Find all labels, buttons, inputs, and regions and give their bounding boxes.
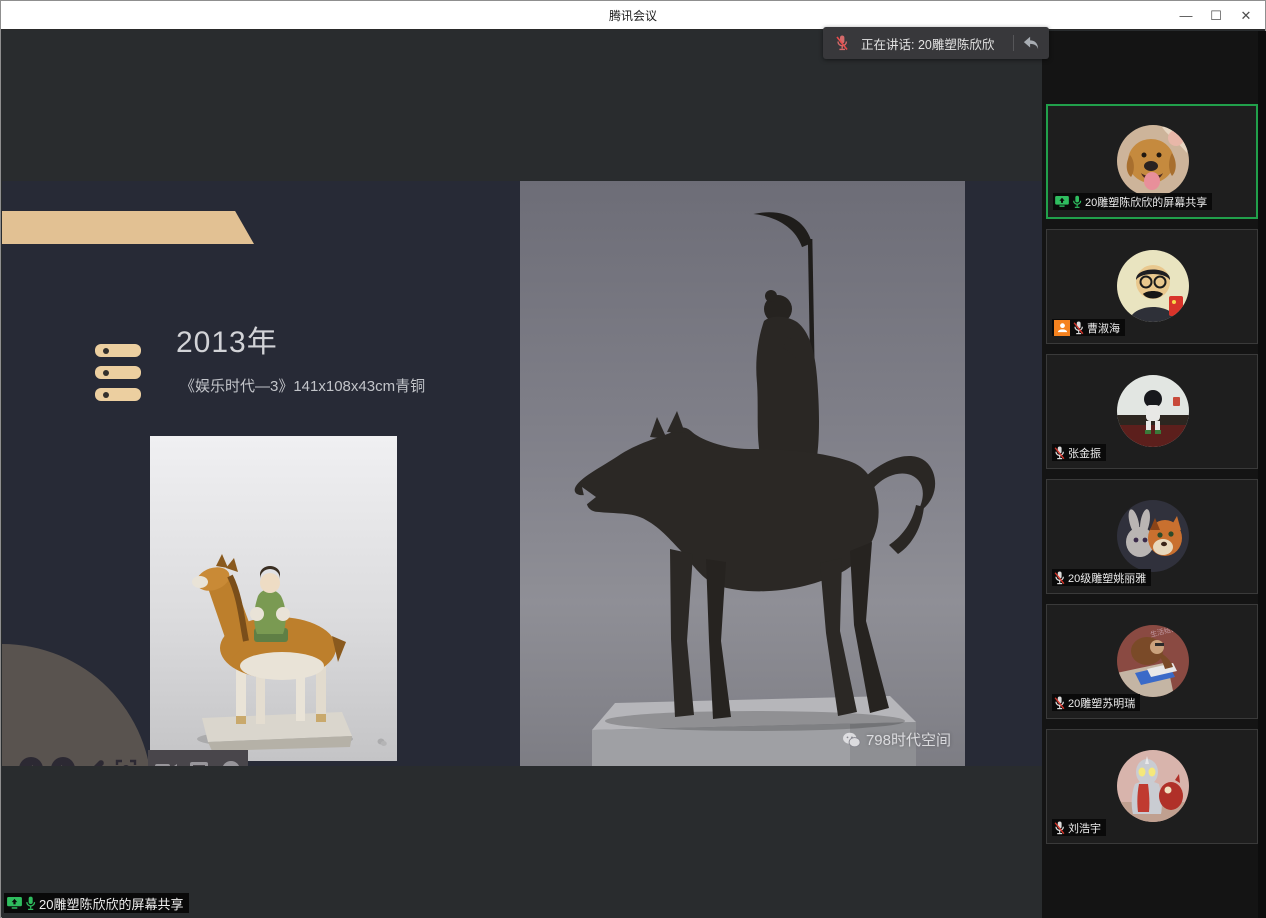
screen-share-banner-label: 20雕塑陈欣欣的屏幕共享 (39, 894, 183, 913)
avatar-man (1117, 250, 1189, 322)
avatar-figurine (1117, 375, 1189, 447)
meeting-window: 腾讯会议 — ☐ ✕ 2013年 《娱乐时代—3》141x108x43cm青铜 (0, 0, 1266, 918)
notification-divider (1013, 35, 1014, 51)
bronze-horse-illustration (520, 181, 965, 766)
avatar-ultraman (1117, 750, 1189, 822)
shared-screen-view: 2013年 《娱乐时代—3》141x108x43cm青铜 (2, 31, 1042, 918)
speaking-notification-text: 正在讲话: 20雕塑陈欣欣 (861, 34, 994, 53)
avatar-person-writing: 生活给的惊喜 (1117, 625, 1189, 697)
participant-name-label: 曹淑海 (1052, 319, 1125, 336)
window-controls: — ☐ ✕ (1171, 1, 1261, 30)
mic-muted-icon (1073, 321, 1084, 335)
list-icon (95, 344, 141, 410)
participant-tile-host[interactable]: 曹淑海 (1046, 229, 1258, 344)
participant-name-label: 20雕塑苏明瑞 (1052, 694, 1140, 711)
close-button[interactable]: ✕ (1231, 1, 1261, 30)
speaking-notification: 正在讲话: 20雕塑陈欣欣 (823, 27, 1049, 59)
slide-banner-shape (2, 211, 254, 244)
maximize-button[interactable]: ☐ (1201, 1, 1231, 30)
slide-caption: 《娱乐时代—3》141x108x43cm青铜 (180, 375, 425, 396)
presentation-slide: 2013年 《娱乐时代—3》141x108x43cm青铜 (2, 181, 1042, 766)
participant-name: 20雕塑苏明瑞 (1068, 695, 1135, 711)
ceramic-horse-photo (150, 436, 397, 761)
more-options-icon (221, 760, 241, 767)
mic-muted-icon (1054, 821, 1065, 835)
slide-decor-circle (2, 644, 152, 766)
minimize-button[interactable]: — (1171, 1, 1201, 30)
laser-pointer-icon (114, 757, 138, 766)
camera-icon (155, 763, 177, 767)
participant-tile-sharer[interactable]: 20雕塑陈欣欣的屏幕共享 (1046, 104, 1258, 219)
participant-tile[interactable]: 张金振 (1046, 354, 1258, 469)
participant-tile[interactable]: 刘浩宇 (1046, 729, 1258, 844)
ceramic-horse-illustration (150, 436, 397, 761)
avatar-cartoon (1117, 500, 1189, 572)
participant-name: 20雕塑陈欣欣的屏幕共享 (1085, 194, 1207, 210)
participant-tile[interactable]: 20级雕塑姚丽雅 (1046, 479, 1258, 594)
participant-name: 曹淑海 (1087, 320, 1120, 336)
muted-mic-icon (835, 35, 849, 51)
sidebar-scrollbar[interactable] (1258, 31, 1266, 918)
chat-icon (190, 762, 208, 767)
artwork-watermark: 798时代空间 (842, 729, 951, 750)
host-badge-icon (1054, 320, 1070, 336)
participant-name: 张金振 (1068, 445, 1101, 461)
participant-name-label: 20级雕塑姚丽雅 (1052, 569, 1151, 586)
participant-name: 刘浩宇 (1068, 820, 1101, 836)
participant-name-label: 20雕塑陈欣欣的屏幕共享 (1053, 193, 1212, 210)
participant-sidebar: 20雕塑陈欣欣的屏幕共享 (1042, 31, 1266, 918)
screen-share-icon (7, 897, 22, 910)
mic-on-icon (1072, 195, 1082, 209)
participant-tile[interactable]: 生活给的惊喜 20雕塑苏明瑞 (1046, 604, 1258, 719)
bronze-horse-photo: 798时代空间 (520, 181, 965, 766)
title-bar: 腾讯会议 — ☐ ✕ (1, 1, 1265, 30)
window-title: 腾讯会议 (609, 7, 657, 24)
mic-muted-icon (1054, 571, 1065, 585)
pen-icon (84, 757, 106, 766)
mic-muted-icon (1054, 696, 1065, 710)
avatar-dog (1117, 125, 1189, 197)
participant-name: 20级雕塑姚丽雅 (1068, 570, 1146, 586)
mic-muted-icon (1054, 446, 1065, 460)
screen-share-icon (1055, 196, 1069, 208)
wechat-icon (842, 732, 861, 748)
wechat-watermark-icon (377, 738, 387, 747)
artwork-watermark-text: 798时代空间 (866, 729, 951, 750)
reply-arrow-icon[interactable] (1022, 35, 1040, 51)
presenter-toolbar (148, 750, 248, 766)
screen-share-banner: 20雕塑陈欣欣的屏幕共享 (4, 893, 189, 913)
slide-year: 2013年 (176, 317, 278, 361)
participant-name-label: 刘浩宇 (1052, 819, 1106, 836)
participant-name-label: 张金振 (1052, 444, 1106, 461)
mic-on-icon (25, 896, 36, 911)
